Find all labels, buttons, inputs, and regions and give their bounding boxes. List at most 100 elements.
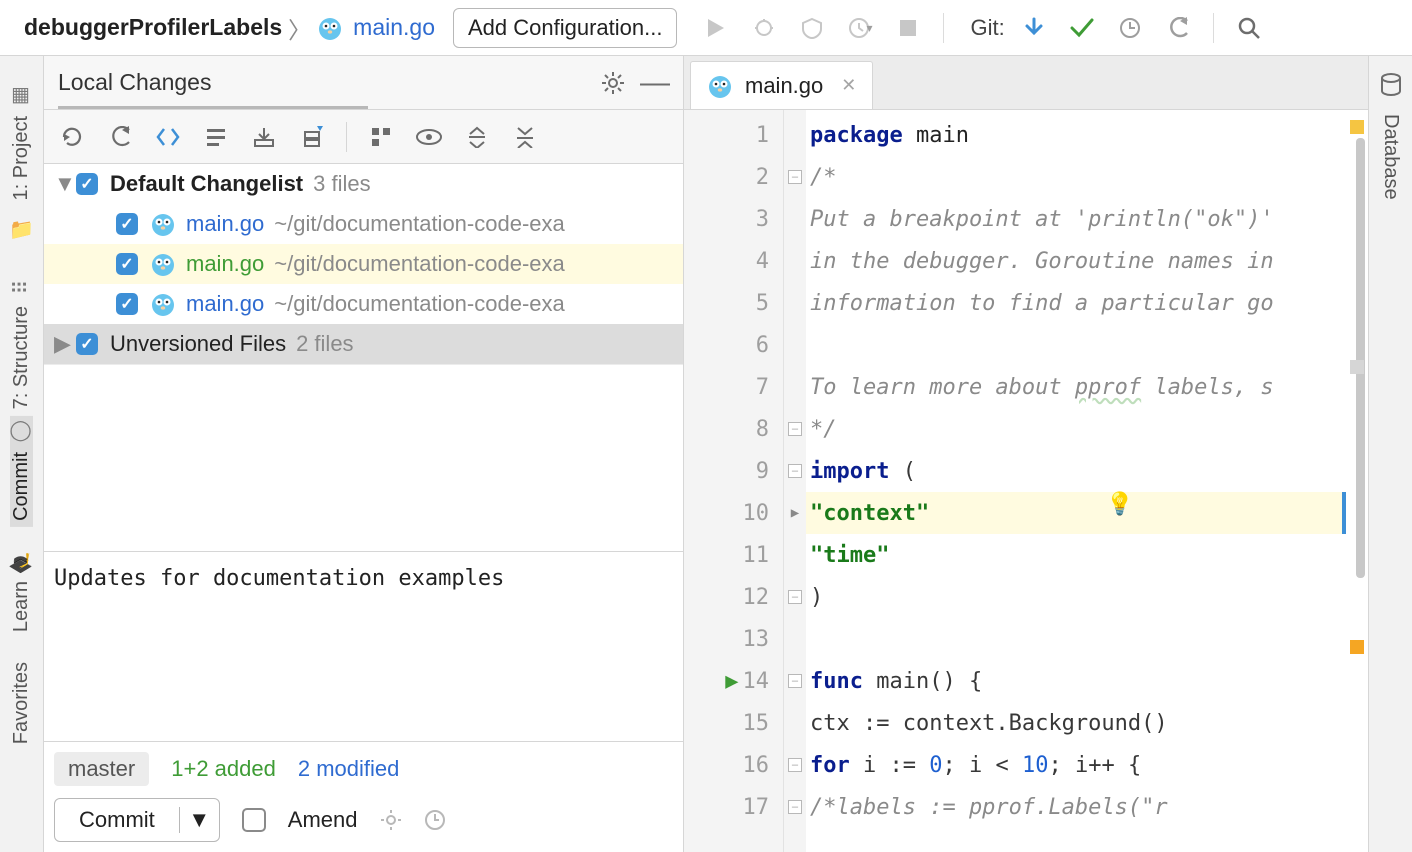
- code-token: 0: [929, 753, 942, 778]
- git-rollback-icon[interactable]: [1165, 15, 1191, 41]
- intention-bulb-icon[interactable]: 💡: [1106, 492, 1133, 517]
- commit-icon: ◯: [11, 422, 33, 444]
- checkbox[interactable]: [116, 293, 138, 315]
- changed-file-row[interactable]: main.go ~/git/documentation-code-exa: [44, 204, 683, 244]
- diff-icon[interactable]: [154, 125, 182, 149]
- commit-tool-window: Local Changes — ▼ Default Changelist 3 f…: [44, 56, 684, 852]
- ide-shell: 1: Project▦ 📁 7: Structure⠿ Commit ◯ Lear…: [0, 56, 1412, 852]
- branch-chip[interactable]: master: [54, 752, 149, 786]
- modified-summary[interactable]: 2 modified: [298, 756, 400, 782]
- run-configuration-selector[interactable]: Add Configuration...: [453, 8, 677, 48]
- tool-favorites[interactable]: Favorites: [10, 638, 33, 750]
- commit-settings-icon[interactable]: [380, 809, 402, 831]
- git-history-icon[interactable]: [1117, 15, 1143, 41]
- local-changes-title[interactable]: Local Changes: [58, 69, 585, 96]
- code-token: import: [810, 459, 889, 484]
- tool-project[interactable]: 1: Project▦: [10, 62, 33, 206]
- fold-gutter[interactable]: − − − ▶ − − − −: [784, 110, 806, 852]
- commit-message-text: Updates for documentation examples: [54, 566, 504, 591]
- rollback-icon[interactable]: [106, 126, 134, 148]
- code-token: for: [810, 753, 850, 778]
- marker-warning[interactable]: [1350, 120, 1364, 134]
- changelist-icon[interactable]: [202, 126, 230, 148]
- profile-icon[interactable]: ▾: [847, 15, 873, 41]
- commit-history-icon[interactable]: [424, 809, 446, 831]
- changed-file-row[interactable]: main.go ~/git/documentation-code-exa: [44, 284, 683, 324]
- marker-info[interactable]: [1350, 360, 1364, 374]
- tool-commit[interactable]: Commit ◯: [10, 416, 33, 527]
- line-number: ▶14: [684, 660, 783, 702]
- breadcrumb-file[interactable]: main.go: [317, 14, 435, 41]
- database-icon[interactable]: [1380, 62, 1402, 108]
- fold-icon[interactable]: −: [788, 464, 802, 478]
- editor-gutter[interactable]: 1 2 3 4 5 6 7 8 9 10 11 12 13 ▶14 15 16 …: [684, 110, 784, 852]
- checkbox[interactable]: [116, 213, 138, 235]
- stop-icon[interactable]: [895, 15, 921, 41]
- run-icon[interactable]: [703, 15, 729, 41]
- git-update-icon[interactable]: [1021, 15, 1047, 41]
- code-area[interactable]: package main /* Put a breakpoint at 'pri…: [806, 110, 1346, 852]
- editor: main.go ✕ 1 2 3 4 5 6 7 8 9 10 11 12 13 …: [684, 56, 1368, 852]
- line-number: 5: [684, 282, 783, 324]
- tool-structure[interactable]: 7: Structure⠿: [10, 252, 33, 415]
- commit-message-input[interactable]: Updates for documentation examples: [44, 552, 683, 742]
- marker-warning[interactable]: [1350, 640, 1364, 654]
- editor-marker-rail[interactable]: [1346, 110, 1368, 852]
- line-number: 11: [684, 534, 783, 576]
- code-token: Put a breakpoint at 'println("ok")': [810, 207, 1274, 232]
- tool-database[interactable]: Database: [1379, 108, 1402, 224]
- scrollbar-thumb[interactable]: [1356, 138, 1365, 578]
- line-number: 9: [684, 450, 783, 492]
- minimize-icon[interactable]: —: [641, 66, 669, 100]
- added-summary[interactable]: 1+2 added: [171, 756, 276, 782]
- settings-icon[interactable]: [599, 71, 627, 95]
- search-everywhere-icon[interactable]: [1236, 15, 1262, 41]
- code-token: main() {: [863, 669, 982, 694]
- debug-icon[interactable]: [751, 15, 777, 41]
- fold-end-icon[interactable]: −: [788, 422, 802, 436]
- tool-database-label: Database: [1379, 114, 1402, 200]
- fold-icon[interactable]: −: [788, 758, 802, 772]
- fold-icon[interactable]: −: [788, 674, 802, 688]
- fold-icon[interactable]: −: [788, 800, 802, 814]
- checkbox[interactable]: [76, 173, 98, 195]
- changes-tree[interactable]: ▼ Default Changelist 3 files main.go ~/g…: [44, 164, 683, 364]
- unversioned-files-node[interactable]: ▶ Unversioned Files 2 files: [44, 324, 683, 364]
- commit-button[interactable]: Commit ▼: [54, 798, 220, 842]
- editor-body[interactable]: 1 2 3 4 5 6 7 8 9 10 11 12 13 ▶14 15 16 …: [684, 110, 1368, 852]
- expand-arrow-icon[interactable]: ▶: [54, 331, 76, 357]
- checkbox[interactable]: [116, 253, 138, 275]
- amend-checkbox[interactable]: [242, 808, 266, 832]
- expand-all-icon[interactable]: [463, 126, 491, 148]
- changed-file-row[interactable]: main.go ~/git/documentation-code-exa: [44, 244, 683, 284]
- close-tab-icon[interactable]: ✕: [841, 75, 856, 96]
- fold-end-icon[interactable]: −: [788, 590, 802, 604]
- tool-project-folder-icon[interactable]: 📁: [11, 206, 33, 252]
- toolbar-divider: [943, 13, 944, 43]
- run-gutter-icon[interactable]: ▶: [725, 669, 738, 694]
- breadcrumb-separator-icon: 〉: [282, 11, 317, 45]
- refresh-icon[interactable]: [58, 125, 86, 149]
- preview-icon[interactable]: [415, 128, 443, 146]
- shelve-icon[interactable]: [250, 126, 278, 148]
- coverage-icon[interactable]: [799, 15, 825, 41]
- tool-learn[interactable]: Learn🎓: [10, 527, 33, 638]
- line-number: 2: [684, 156, 783, 198]
- commit-dropdown-icon[interactable]: ▼: [179, 807, 219, 833]
- code-token: main: [903, 123, 969, 148]
- git-commit-icon[interactable]: [1069, 15, 1095, 41]
- line-number: 1: [684, 114, 783, 156]
- checkbox[interactable]: [76, 333, 98, 355]
- unshelve-icon[interactable]: [298, 124, 326, 150]
- expand-arrow-icon[interactable]: ▼: [54, 171, 76, 197]
- group-by-icon[interactable]: [367, 126, 395, 148]
- tool-commit-label: Commit: [10, 452, 33, 521]
- toolbar-run-group: ▾ Git:: [703, 13, 1261, 43]
- collapse-all-icon[interactable]: [511, 126, 539, 148]
- editor-tab-maingo[interactable]: main.go ✕: [690, 61, 873, 109]
- breadcrumb-project[interactable]: debuggerProfilerLabels: [24, 14, 282, 41]
- fold-icon[interactable]: −: [788, 170, 802, 184]
- default-changelist-node[interactable]: ▼ Default Changelist 3 files: [44, 164, 683, 204]
- navigation-bar: debuggerProfilerLabels 〉 main.go Add Con…: [0, 0, 1412, 56]
- line-number: 16: [684, 744, 783, 786]
